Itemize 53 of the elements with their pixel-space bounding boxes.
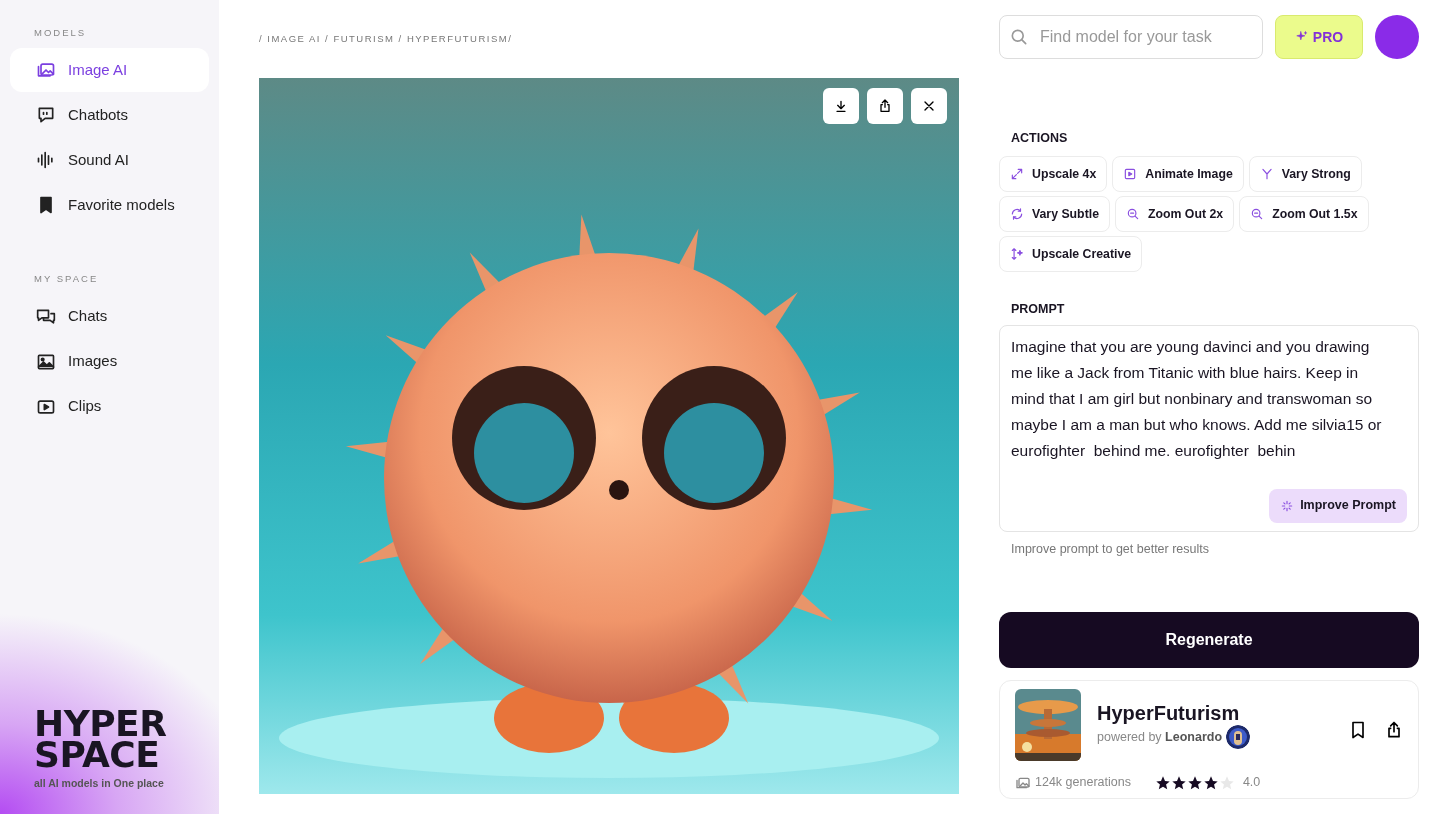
avatar[interactable] bbox=[1375, 15, 1419, 59]
play-icon bbox=[1123, 166, 1138, 181]
logo-text: SPACE bbox=[34, 739, 160, 771]
star-icon bbox=[1202, 774, 1219, 791]
improve-prompt-button[interactable]: Improve Prompt bbox=[1269, 488, 1407, 523]
close-button[interactable] bbox=[911, 88, 947, 124]
sidebar-item[interactable]: Image AI bbox=[10, 48, 209, 93]
sidebar-item[interactable]: Clips bbox=[10, 384, 209, 429]
sidebar-item[interactable]: Sound AI bbox=[10, 138, 209, 183]
prompt-text: Imagine that you are young davinci and you drawing me like a Jack from Titanic with blue hairs. Keep in mind that I am girl but nonbinary and transwoman so maybe I am a man but who knows. Add me silvia15 or eurofighter behind me. eurofighter behin bbox=[1011, 336, 1383, 461]
sidebar-item[interactable]: Images bbox=[10, 339, 209, 384]
section-label: ACTIONS bbox=[1011, 130, 1069, 147]
star-icon bbox=[1154, 774, 1171, 791]
zoom-out-icon bbox=[1250, 206, 1265, 221]
section-heading: MY SPACE bbox=[33, 272, 100, 287]
action-button[interactable]: Vary Strong bbox=[1248, 155, 1362, 192]
zoom-out-icon bbox=[1126, 206, 1140, 221]
sidebar-item[interactable]: Chatbots bbox=[10, 93, 209, 138]
hint-text: Improve prompt to get better results bbox=[1011, 540, 1210, 558]
regenerate-button[interactable]: Regenerate bbox=[999, 612, 1419, 669]
prompt-field[interactable] bbox=[999, 324, 1419, 532]
logo-text: HYPER bbox=[34, 708, 168, 740]
powered-by-text: powered by Leonardo bbox=[1097, 728, 1223, 746]
sidebar-item[interactable]: Favorite models bbox=[10, 183, 209, 228]
tagline: all AI models in One place bbox=[34, 776, 165, 792]
action-button[interactable]: Vary Subtle bbox=[999, 195, 1110, 232]
fork-icon bbox=[1259, 166, 1274, 181]
action-button[interactable]: Animate Image bbox=[1112, 155, 1244, 192]
download-button[interactable] bbox=[823, 88, 859, 124]
pro-button[interactable]: PRO bbox=[1275, 15, 1363, 59]
share-button[interactable] bbox=[867, 88, 903, 124]
search-field[interactable]: Find model for your task bbox=[999, 15, 1263, 59]
sparkle-arrows-icon bbox=[1010, 246, 1024, 261]
refresh-icon bbox=[1010, 206, 1024, 221]
sparkle-icon bbox=[1280, 498, 1295, 513]
breadcrumb: / IMAGE AI / FUTURISM / HYPERFUTURISM/ bbox=[259, 32, 514, 46]
star-icon bbox=[1186, 774, 1203, 791]
download-icon bbox=[833, 98, 849, 114]
section-heading: MODELS bbox=[33, 26, 88, 40]
action-button[interactable]: Zoom Out 2x bbox=[1115, 195, 1235, 232]
action-button[interactable]: Upscale Creative bbox=[999, 235, 1143, 272]
expand-icon bbox=[1010, 166, 1024, 181]
model-name: HyperFuturism bbox=[1097, 701, 1241, 726]
action-button[interactable]: Zoom Out 1.5x bbox=[1239, 195, 1369, 232]
star-icon bbox=[1170, 774, 1187, 791]
action-button[interactable]: Upscale 4x bbox=[999, 155, 1108, 192]
sidebar-item[interactable]: Chats bbox=[10, 294, 209, 339]
share-icon bbox=[877, 98, 893, 114]
star-icon bbox=[1218, 774, 1235, 791]
generations-count: 124k generations bbox=[1035, 774, 1131, 792]
sound-wave-icon bbox=[36, 150, 56, 171]
section-label: PROMPT bbox=[1011, 300, 1066, 318]
rating-value: 4.0 bbox=[1242, 774, 1261, 792]
